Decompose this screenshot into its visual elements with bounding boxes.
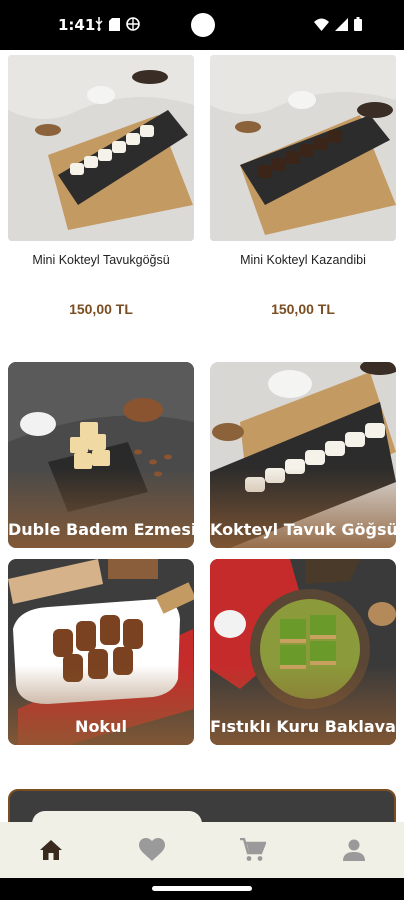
product-price: 150,00 TL	[271, 301, 335, 317]
system-gesture-area	[0, 878, 404, 900]
nav-home[interactable]	[21, 830, 81, 870]
sd-card-icon	[109, 17, 120, 36]
category-tile-kokteyl-tavuk-gogsu[interactable]: Kokteyl Tavuk Göğsü	[210, 362, 396, 548]
category-tile-nokul[interactable]: Nokul	[8, 559, 194, 745]
category-label: Nokul	[75, 717, 127, 736]
product-card[interactable]: Mini Kokteyl Kazandibi 150,00 TL	[210, 55, 396, 317]
product-card[interactable]: Mini Kokteyl Tavukgöğsü 150,00 TL	[8, 55, 194, 317]
status-right-icons	[314, 17, 362, 36]
status-bar: 1:41	[0, 0, 404, 50]
battery-icon	[354, 17, 362, 36]
product-image[interactable]	[8, 55, 194, 241]
camera-cutout	[191, 13, 215, 37]
category-tile-fistikli-kuru-baklava[interactable]: Fıstıklı Kuru Baklava	[210, 559, 396, 745]
product-price: 150,00 TL	[69, 301, 133, 317]
nav-cart[interactable]	[223, 830, 283, 870]
signal-icon	[335, 17, 348, 36]
nav-favorites[interactable]	[122, 830, 182, 870]
status-left-icons	[95, 17, 140, 36]
heart-icon	[138, 838, 165, 861]
category-label: Duble Badem Ezmesi	[8, 520, 194, 539]
home-icon	[39, 840, 62, 860]
vpn-icon	[126, 17, 140, 36]
usb-icon	[95, 17, 103, 36]
gesture-handle[interactable]	[152, 886, 252, 891]
category-label: Fıstıklı Kuru Baklava	[210, 717, 396, 736]
nav-profile[interactable]	[324, 830, 384, 870]
product-image[interactable]	[210, 55, 396, 241]
bottom-nav	[0, 822, 404, 878]
status-time: 1:41	[58, 16, 96, 34]
profile-icon	[342, 839, 365, 861]
product-name: Mini Kokteyl Tavukgöğsü	[32, 253, 170, 267]
wifi-icon	[314, 18, 329, 36]
cart-icon	[239, 838, 266, 861]
product-name: Mini Kokteyl Kazandibi	[240, 253, 366, 267]
category-tile-duble-badem-ezmesi[interactable]: Duble Badem Ezmesi	[8, 362, 194, 548]
category-label: Kokteyl Tavuk Göğsü	[210, 520, 396, 539]
